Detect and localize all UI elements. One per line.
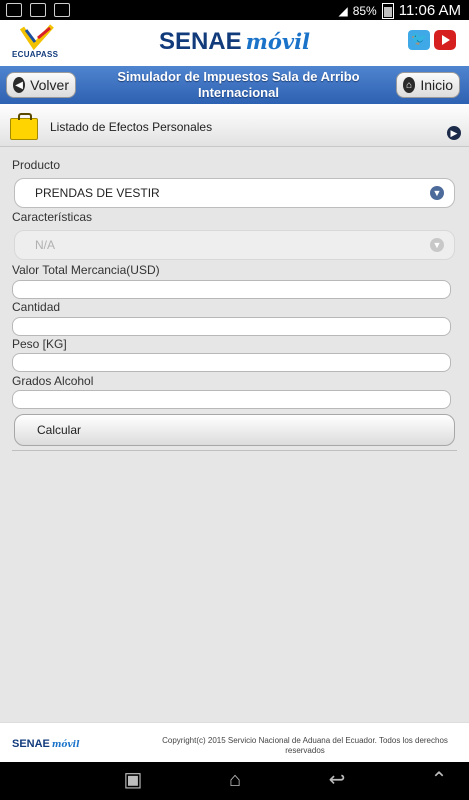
chevron-up-icon[interactable]: ⌃ <box>422 770 456 790</box>
producto-select[interactable]: PRENDAS DE VESTIR ▼ <box>14 178 455 208</box>
divider <box>12 450 457 451</box>
calcular-button[interactable]: Calcular <box>14 414 455 446</box>
valor-label: Valor Total Mercancia(USD) <box>12 263 160 277</box>
system-nav-bar: ▣ ⌂ ↩ ⌃ <box>0 762 469 800</box>
chevron-right-icon[interactable]: ▶ <box>447 126 461 140</box>
home-nav-icon[interactable]: ⌂ <box>218 770 252 790</box>
status-bar: ◢ 85% 11:06 AM <box>0 0 469 20</box>
footer: SENAE móvil Copyright(c) 2015 Servicio Na… <box>0 722 469 763</box>
cantidad-input[interactable] <box>12 317 451 336</box>
grados-alcohol-label: Grados Alcohol <box>12 374 94 388</box>
copyright-text: Copyright(c) 2015 Servicio Nacional de A… <box>162 736 448 755</box>
footer-logo: SENAE móvil <box>12 738 80 750</box>
download-notification-icon <box>54 3 70 17</box>
app-title: SENAE móvil <box>158 28 311 55</box>
chevron-down-icon: ▼ <box>430 238 444 252</box>
clock: 11:06 AM <box>398 2 461 19</box>
home-icon: ⌂ <box>403 77 416 93</box>
caracteristicas-select: N/A ▼ <box>14 230 455 260</box>
back-button[interactable]: ◀ Volver <box>6 72 76 98</box>
chevron-down-icon: ▼ <box>430 186 444 200</box>
recent-apps-icon[interactable]: ▣ <box>116 770 150 790</box>
nav-bar: ◀ Volver Simulador de Impuestos Sala de … <box>0 66 469 104</box>
valor-input[interactable] <box>12 280 451 299</box>
producto-label: Producto <box>12 158 61 172</box>
battery-percent: 85% <box>352 3 377 18</box>
back-arrow-icon: ◀ <box>13 77 26 93</box>
back-nav-icon[interactable]: ↩ <box>320 770 354 790</box>
youtube-icon[interactable] <box>434 30 456 50</box>
cantidad-label: Cantidad <box>12 300 61 314</box>
peso-label: Peso [KG] <box>12 337 67 351</box>
twitter-icon[interactable] <box>408 30 430 50</box>
section-header[interactable]: Listado de Efectos Personales ▶ <box>0 104 469 147</box>
page-title: Simulador de Impuestos Sala de Arribo In… <box>117 69 360 100</box>
image-notification-icon <box>6 3 22 17</box>
wifi-icon: ◢ <box>338 3 348 18</box>
battery-icon <box>381 2 394 19</box>
app-header: ECUAPASS SENAE móvil <box>0 20 469 67</box>
section-title: Listado de Efectos Personales <box>50 120 213 134</box>
home-button[interactable]: ⌂ Inicio <box>396 72 460 98</box>
grados-alcohol-input[interactable] <box>12 390 451 409</box>
peso-input[interactable] <box>12 353 451 372</box>
mail-notification-icon <box>30 3 46 17</box>
suitcase-icon <box>10 113 38 140</box>
caracteristicas-label: Características <box>12 210 93 224</box>
